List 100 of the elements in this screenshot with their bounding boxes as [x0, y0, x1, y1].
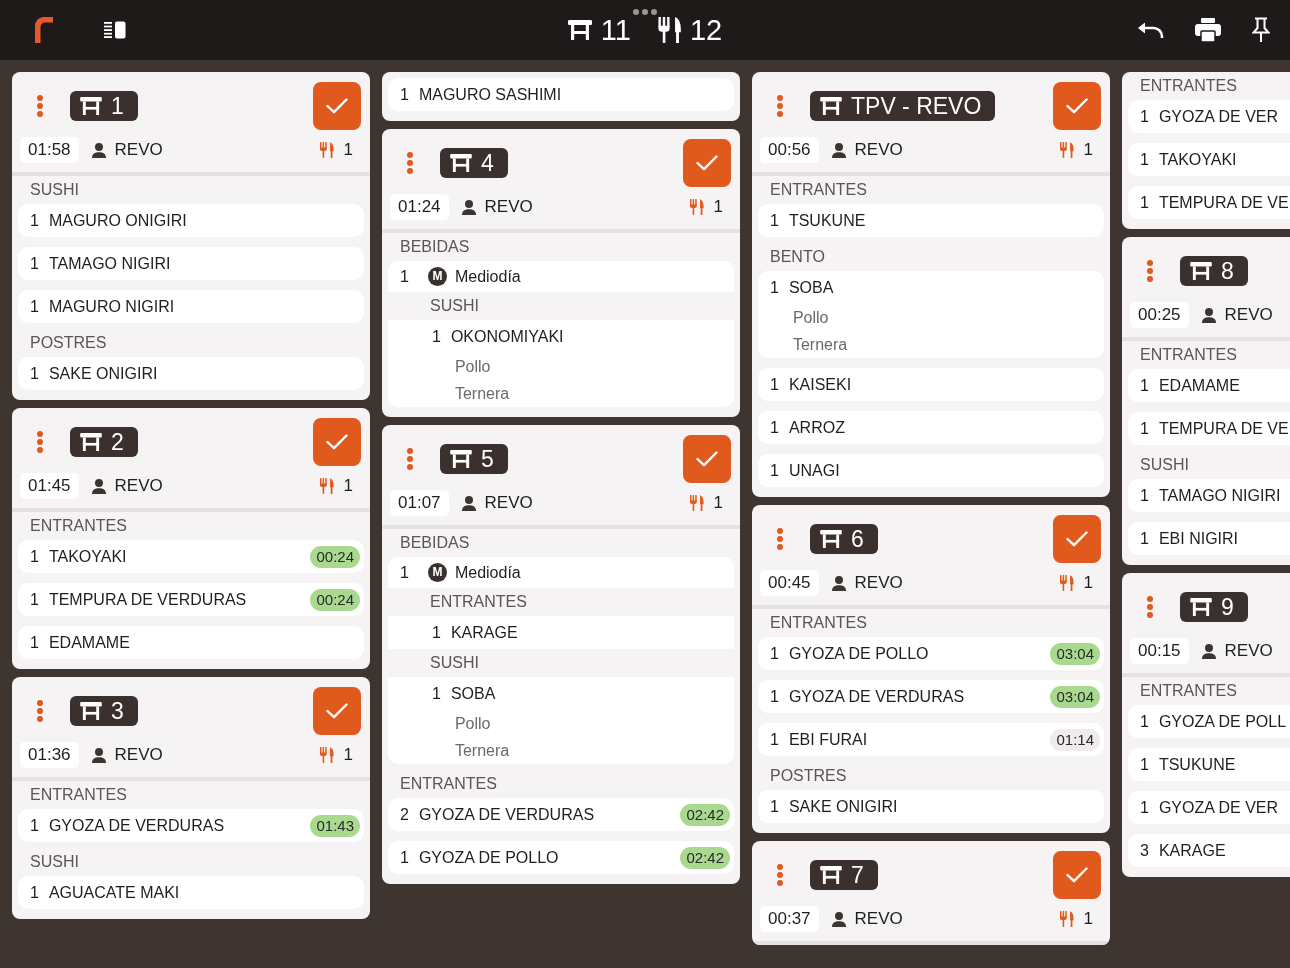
- pin-icon[interactable]: [1252, 17, 1270, 43]
- order-item[interactable]: 1 TEMPURA DE VE: [1128, 412, 1290, 445]
- order-item[interactable]: 1 GYOZA DE VER: [1128, 791, 1290, 824]
- more-icon[interactable]: [777, 864, 783, 886]
- table-label[interactable]: 1: [70, 91, 138, 121]
- covers-total: 12: [689, 13, 723, 47]
- table-icon: [450, 450, 472, 468]
- menu-row[interactable]: 1 M Mediodía: [388, 557, 734, 588]
- order-item[interactable]: 1 TAMAGO NIGIRI: [1128, 479, 1290, 512]
- check-icon: [696, 451, 718, 467]
- order-item[interactable]: 1 EDAMAME: [18, 626, 364, 659]
- item-name: KARAGE: [450, 623, 519, 643]
- undo-icon[interactable]: [1137, 21, 1164, 39]
- item-name: SOBA: [450, 684, 497, 704]
- table-label[interactable]: 3: [70, 696, 138, 726]
- order-item[interactable]: 1 TSUKUNE: [1128, 748, 1290, 781]
- order-item[interactable]: 1 EBI NIGIRI: [1128, 522, 1290, 555]
- order-item[interactable]: 1 EBI FURAI 01:14: [758, 723, 1104, 756]
- print-icon[interactable]: [1195, 18, 1221, 42]
- more-icon[interactable]: [407, 152, 413, 174]
- order-item[interactable]: 1 SAKE ONIGIRI: [758, 790, 1104, 823]
- table-label[interactable]: 7: [810, 860, 878, 890]
- handle-dots-icon[interactable]: [633, 9, 657, 15]
- table-label[interactable]: TPV - REVO: [810, 91, 996, 121]
- item-modifier: Ternera: [453, 741, 511, 761]
- confirm-button[interactable]: [1053, 82, 1101, 130]
- order-item[interactable]: 1 GYOZA DE POLLO 02:42: [388, 841, 734, 874]
- confirm-button[interactable]: [683, 139, 731, 187]
- more-icon[interactable]: [37, 700, 43, 722]
- order-item[interactable]: 1 KARAGE: [388, 616, 734, 649]
- table-label[interactable]: 4: [440, 148, 508, 178]
- item-quantity: 1: [30, 297, 39, 317]
- order-item[interactable]: 1 TAMAGO NIGIRI: [18, 247, 364, 280]
- waiter-name: REVO: [114, 476, 163, 496]
- more-icon[interactable]: [1147, 596, 1153, 618]
- cutlery-icon: [1059, 911, 1074, 927]
- item-name: GYOZA DE VER: [1158, 107, 1280, 127]
- item-quantity: 1: [400, 267, 409, 287]
- order-item[interactable]: 1 GYOZA DE VER: [1128, 100, 1290, 133]
- table-label[interactable]: 8: [1180, 256, 1248, 286]
- item-name: TAMAGO NIGIRI: [1158, 486, 1281, 506]
- order-item[interactable]: 1 GYOZA DE POLLO 03:04: [758, 637, 1104, 670]
- person-icon: [461, 199, 476, 215]
- confirm-button[interactable]: [313, 687, 361, 735]
- order-item[interactable]: 1 MAGURO SASHIMI: [388, 78, 734, 111]
- table-label[interactable]: 9: [1180, 592, 1248, 622]
- item-name: EBI FURAI: [788, 730, 869, 750]
- table-label[interactable]: 2: [70, 427, 138, 457]
- table-label[interactable]: 5: [440, 444, 508, 474]
- waiter-name: REVO: [1224, 641, 1273, 661]
- covers-count: 1: [343, 476, 353, 496]
- more-icon[interactable]: [407, 448, 413, 470]
- item-timer: 02:42: [680, 846, 730, 869]
- order-item[interactable]: 1 OKONOMIYAKI Pollo Ternera: [388, 320, 734, 407]
- more-icon[interactable]: [37, 431, 43, 453]
- more-icon[interactable]: [777, 528, 783, 550]
- order-item[interactable]: 1 TEMPURA DE VE: [1128, 186, 1290, 219]
- order-item[interactable]: 1 GYOZA DE POLL: [1128, 705, 1290, 738]
- order-item[interactable]: 1 UNAGI: [758, 454, 1104, 487]
- waiter-name: REVO: [854, 140, 903, 160]
- list-panel-icon[interactable]: [104, 21, 126, 39]
- item-quantity: 1: [30, 816, 39, 836]
- order-item[interactable]: 1 MAGURO NIGIRI: [18, 290, 364, 323]
- confirm-button[interactable]: [313, 418, 361, 466]
- order-item[interactable]: 1 EDAMAME: [1128, 369, 1290, 402]
- confirm-button[interactable]: [683, 435, 731, 483]
- order-item[interactable]: 1 SOBA Pollo Ternera: [758, 271, 1104, 358]
- order-item[interactable]: 1 SAKE ONIGIRI: [18, 357, 364, 390]
- more-icon[interactable]: [1147, 260, 1153, 282]
- confirm-button[interactable]: [313, 82, 361, 130]
- order-item[interactable]: 1 TEMPURA DE VERDURAS 00:24: [18, 583, 364, 616]
- menu-row[interactable]: 1 M Mediodía: [388, 261, 734, 292]
- item-quantity: 3: [1140, 841, 1149, 861]
- item-timer: 00:24: [310, 545, 360, 568]
- confirm-button[interactable]: [1053, 515, 1101, 563]
- item-quantity: 1: [770, 644, 779, 664]
- order-item[interactable]: 1 MAGURO ONIGIRI: [18, 204, 364, 237]
- confirm-button[interactable]: [1053, 851, 1101, 899]
- order-item[interactable]: 1 ARROZ: [758, 411, 1104, 444]
- waiter-name: REVO: [854, 573, 903, 593]
- table-label[interactable]: 6: [810, 524, 878, 554]
- item-quantity: 1: [770, 211, 779, 231]
- order-item[interactable]: 1 KAISEKI: [758, 368, 1104, 401]
- elapsed-time: 01:07: [390, 490, 449, 516]
- item-name: GYOZA DE VERDURAS: [418, 805, 596, 825]
- order-item[interactable]: 1 TAKOYAKI 00:24: [18, 540, 364, 573]
- order-item[interactable]: 1 GYOZA DE VERDURAS 03:04: [758, 680, 1104, 713]
- order-item[interactable]: 1 GYOZA DE VERDURAS 01:43: [18, 809, 364, 842]
- covers-count: 1: [713, 197, 723, 217]
- order-item[interactable]: 1 TSUKUNE: [758, 204, 1104, 237]
- order-item[interactable]: 3 KARAGE: [1128, 834, 1290, 867]
- order-item[interactable]: 2 GYOZA DE VERDURAS 02:42: [388, 798, 734, 831]
- order-item[interactable]: 1 TAKOYAKI: [1128, 143, 1290, 176]
- table-icon: [80, 433, 102, 451]
- person-icon: [831, 911, 846, 927]
- item-name: GYOZA DE POLL: [1158, 712, 1287, 732]
- more-icon[interactable]: [37, 95, 43, 117]
- more-icon[interactable]: [777, 95, 783, 117]
- order-item[interactable]: 1 SOBA Pollo Ternera: [388, 677, 734, 764]
- order-item[interactable]: 1 AGUACATE MAKI: [18, 876, 364, 909]
